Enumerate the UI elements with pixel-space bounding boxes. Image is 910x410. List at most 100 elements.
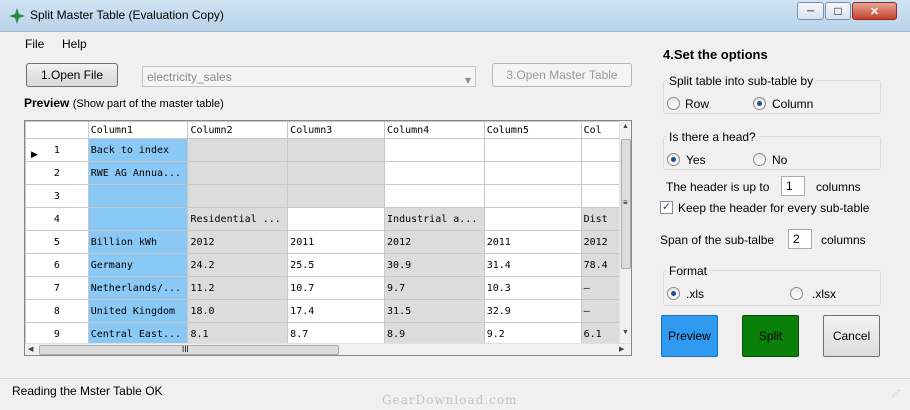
table-row[interactable]: 3 — [25, 184, 621, 208]
row-radio[interactable] — [667, 97, 680, 110]
row-label[interactable]: Row — [685, 97, 709, 111]
row-number[interactable]: 4 — [25, 207, 89, 231]
table-cell[interactable] — [87, 184, 189, 208]
xls-radio[interactable] — [667, 287, 680, 300]
table-cell[interactable]: 10.3 — [483, 276, 582, 300]
table-cell[interactable]: 8.7 — [287, 322, 386, 343]
table-cell[interactable]: 78.4 — [580, 253, 621, 277]
table-cell[interactable]: RWE AG Annua... — [87, 161, 189, 185]
table-cell[interactable] — [384, 138, 485, 162]
table-row[interactable]: 6 Germany 24.2 25.5 30.9 31.4 78.4 — [25, 253, 621, 277]
table-row[interactable]: 1 Back to index — [25, 138, 621, 162]
table-cell[interactable]: 9.2 — [483, 322, 582, 343]
xlsx-radio[interactable] — [790, 287, 803, 300]
table-row[interactable]: 8 United Kingdom 18.0 17.4 31.5 32.9– — [25, 299, 621, 323]
table-cell[interactable] — [580, 161, 621, 185]
table-row[interactable]: 4 Residential ... Industrial a... Dist — [25, 207, 621, 231]
table-cell[interactable]: 17.4 — [287, 299, 386, 323]
table-cell[interactable]: 2012 — [580, 230, 621, 254]
menu-help[interactable]: Help — [62, 37, 87, 51]
split-button[interactable]: Split — [742, 315, 799, 357]
table-cell[interactable] — [483, 207, 582, 231]
horizontal-scroll-thumb[interactable]: III — [39, 345, 339, 355]
table-cell[interactable]: 25.5 — [287, 253, 386, 277]
xlsx-label[interactable]: .xlsx — [812, 287, 836, 301]
column-label[interactable]: Column — [772, 97, 813, 111]
table-cell[interactable]: 32.9 — [483, 299, 582, 323]
table-cell[interactable]: 31.5 — [384, 299, 485, 323]
table-cell[interactable]: Germany — [87, 253, 189, 277]
table-cell[interactable] — [483, 161, 582, 185]
header-columns-input[interactable]: 1 — [781, 176, 805, 196]
cancel-button[interactable]: Cancel — [823, 315, 880, 357]
head-yes-radio[interactable] — [667, 153, 680, 166]
table-cell[interactable] — [287, 161, 386, 185]
table-cell[interactable] — [87, 207, 189, 231]
table-cell[interactable]: United Kingdom — [87, 299, 189, 323]
table-cell[interactable] — [187, 138, 289, 162]
head-no-radio[interactable] — [753, 153, 766, 166]
horizontal-scrollbar[interactable]: ◀ III ▶ — [25, 343, 631, 355]
row-number[interactable]: 5 — [25, 230, 89, 254]
table-cell[interactable]: Back to index — [87, 138, 189, 162]
table-cell[interactable]: 31.4 — [483, 253, 582, 277]
row-number[interactable]: 2 — [25, 161, 89, 185]
row-number[interactable]: 9 — [25, 322, 89, 343]
scroll-left-icon[interactable]: ◀ — [28, 345, 33, 353]
menu-file[interactable]: File — [25, 37, 44, 51]
table-cell[interactable] — [287, 207, 386, 231]
head-no-label[interactable]: No — [772, 153, 787, 167]
table-cell[interactable]: 2011 — [483, 230, 582, 254]
table-cell[interactable] — [187, 161, 289, 185]
table-cell[interactable]: – — [580, 276, 621, 300]
table-cell[interactable] — [287, 184, 386, 208]
table-cell[interactable]: Central East... — [87, 322, 189, 343]
file-combo[interactable]: electricity_sales ▾ — [142, 66, 476, 87]
table-cell[interactable]: 30.9 — [384, 253, 485, 277]
column-header[interactable]: Column1 — [87, 121, 189, 139]
close-button[interactable]: ✕ — [852, 2, 897, 20]
head-yes-label[interactable]: Yes — [686, 153, 706, 167]
table-cell[interactable] — [580, 184, 621, 208]
table-cell[interactable]: 2012 — [384, 230, 485, 254]
xls-label[interactable]: .xls — [686, 287, 704, 301]
table-cell[interactable]: Dist — [580, 207, 621, 231]
table-cell[interactable]: 6.1 — [580, 322, 621, 343]
preview-button[interactable]: Preview — [661, 315, 718, 357]
open-file-button[interactable]: 1.Open File — [26, 63, 118, 87]
table-cell[interactable]: 2011 — [287, 230, 386, 254]
keep-header-checkbox[interactable]: ✓ — [660, 201, 673, 214]
table-cell[interactable] — [384, 161, 485, 185]
table-cell[interactable]: – — [580, 299, 621, 323]
resize-grip-icon[interactable]: ⋰ — [892, 389, 900, 398]
open-master-table-button[interactable]: 3.Open Master Table — [492, 63, 632, 87]
keep-header-label[interactable]: Keep the header for every sub-table — [678, 201, 869, 215]
table-cell[interactable] — [580, 138, 621, 162]
table-cell[interactable]: 9.7 — [384, 276, 485, 300]
span-input[interactable]: 2 — [788, 229, 812, 249]
table-cell[interactable]: Industrial a... — [384, 207, 485, 231]
table-cell[interactable]: Residential ... — [187, 207, 289, 231]
table-cell[interactable]: 24.2 — [187, 253, 289, 277]
table-cell[interactable] — [384, 184, 485, 208]
row-number[interactable]: 7 — [25, 276, 89, 300]
preview-grid[interactable]: Column1 Column2 Column3 Column4 Column5 … — [24, 120, 632, 356]
table-cell[interactable]: Netherlands/... — [87, 276, 189, 300]
row-number[interactable]: 6 — [25, 253, 89, 277]
column-header[interactable]: Col — [580, 121, 621, 139]
row-number[interactable]: 3 — [25, 184, 89, 208]
table-row[interactable]: 7 Netherlands/... 11.2 10.7 9.7 10.3– — [25, 276, 621, 300]
table-cell[interactable]: 8.9 — [384, 322, 485, 343]
table-row[interactable]: 9 Central East... 8.1 8.7 8.9 9.2 6.1 — [25, 322, 621, 343]
scroll-down-icon[interactable]: ▼ — [622, 329, 629, 336]
table-cell[interactable]: 10.7 — [287, 276, 386, 300]
table-row[interactable]: 2 RWE AG Annua... — [25, 161, 621, 185]
column-header[interactable]: Column5 — [483, 121, 582, 139]
table-row[interactable]: 5 Billion kWh 2012 2011 2012 2011 2012 — [25, 230, 621, 254]
table-cell[interactable]: 8.1 — [187, 322, 289, 343]
vertical-scrollbar[interactable]: ▲ ≡ ▼ — [619, 121, 631, 343]
maximize-button[interactable]: □ — [825, 2, 851, 20]
table-cell[interactable] — [483, 184, 582, 208]
table-cell[interactable] — [187, 184, 289, 208]
scroll-right-icon[interactable]: ▶ — [619, 345, 624, 353]
